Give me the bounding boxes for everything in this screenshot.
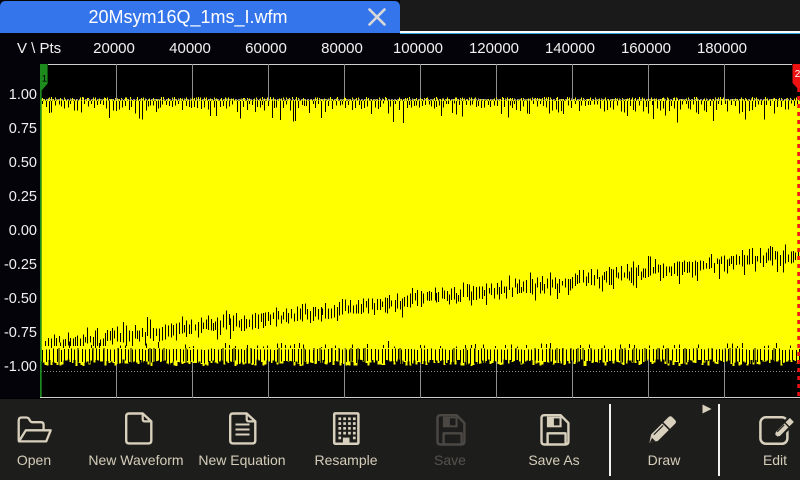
svg-text:1: 1 bbox=[42, 73, 47, 84]
svg-text:2: 2 bbox=[795, 69, 800, 80]
